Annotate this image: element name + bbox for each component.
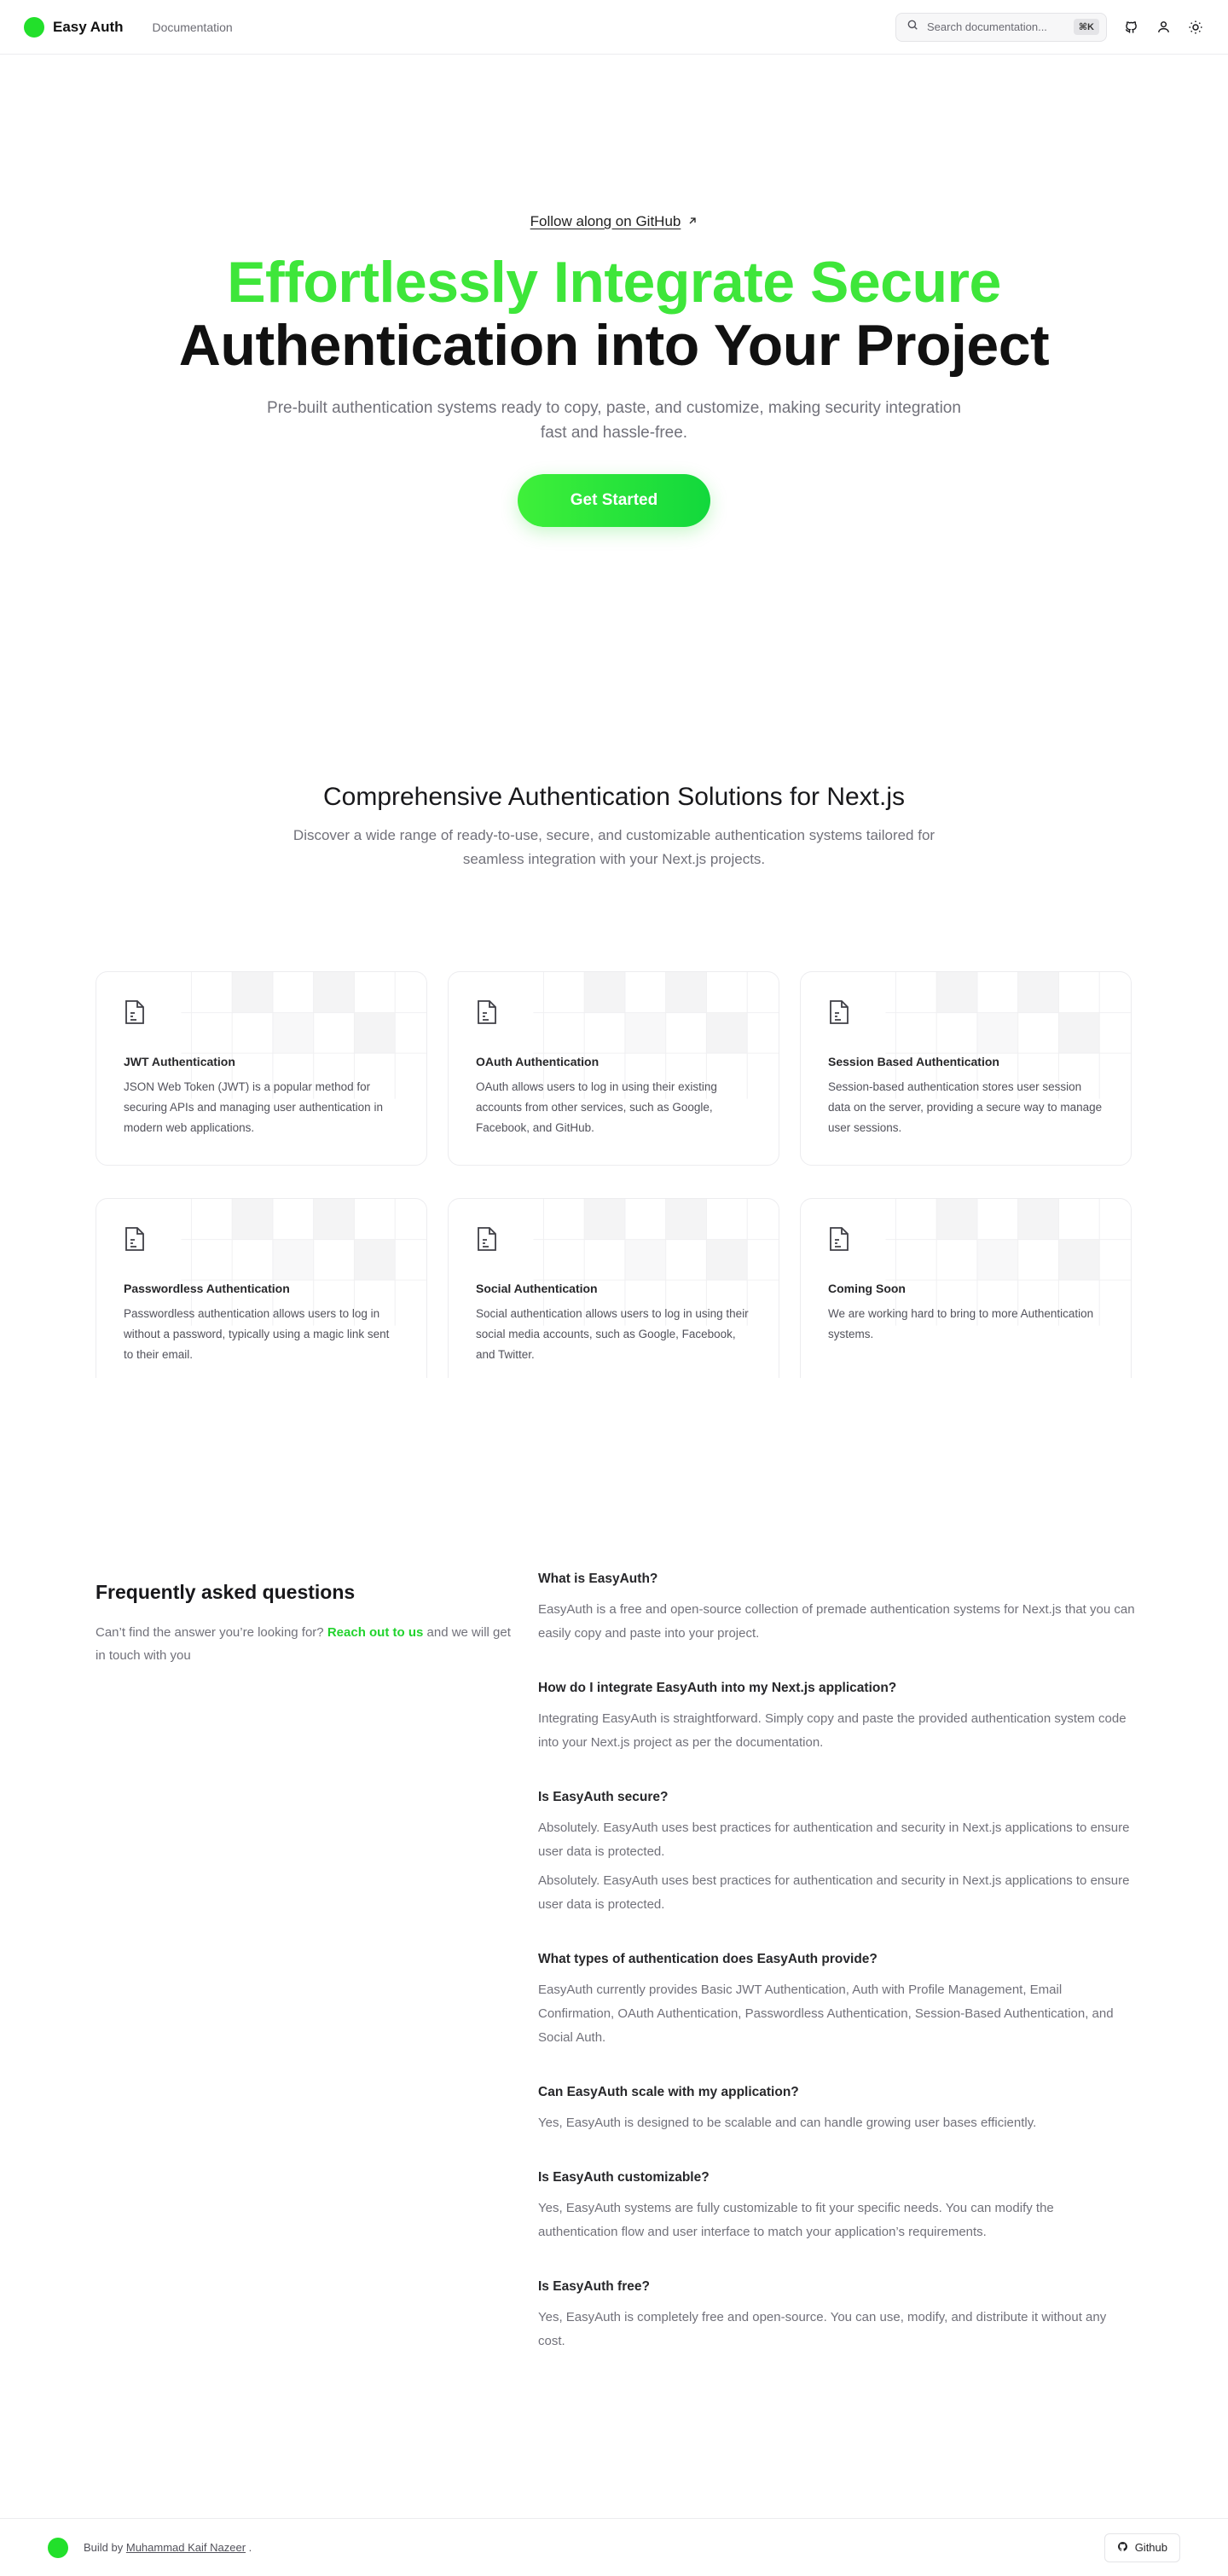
github-follow-label: Follow along on GitHub — [530, 213, 681, 229]
faq-question: What types of authentication does EasyAu… — [538, 1952, 878, 1966]
faq-list: What is EasyAuth? EasyAuth is a free and … — [538, 1569, 1135, 2386]
feature-card-title: Coming Soon — [828, 1282, 906, 1295]
feature-card-title: Social Authentication — [476, 1282, 598, 1295]
faq-answer: Absolutely. EasyAuth uses best practices… — [538, 1821, 1130, 1859]
reach-out-link[interactable]: Reach out to us — [327, 1625, 424, 1640]
faq-item: Is EasyAuth secure? Absolutely. EasyAuth … — [538, 1787, 1135, 1917]
faq-item: Is EasyAuth customizable? Yes, EasyAuth s… — [538, 2168, 1135, 2244]
user-icon[interactable] — [1155, 19, 1172, 36]
feature-card-title: JWT Authentication — [124, 1055, 235, 1068]
github-icon — [1117, 2541, 1128, 2555]
feature-card-description: Session-based authentication stores user… — [828, 1080, 1103, 1134]
footer-github-button[interactable]: Github — [1103, 2533, 1180, 2562]
faq-question: How do I integrate EasyAuth into my Next… — [538, 1681, 897, 1695]
hero-section: Follow along on GitHub Effortlessly Inte… — [0, 213, 1228, 527]
faq-answer: Yes, EasyAuth is designed to be scalable… — [538, 2116, 1037, 2130]
feature-card[interactable]: Session Based Authentication Session-base… — [800, 971, 1132, 1166]
faq-answer: EasyAuth currently provides Basic JWT Au… — [538, 1983, 1114, 2045]
faq-intro: Frequently asked questions Can’t find th… — [96, 1569, 522, 1667]
document-icon — [124, 1000, 146, 1028]
footer-build-by: Build by — [84, 2541, 124, 2554]
card-content: Passwordless Authentication Passwordless … — [124, 1226, 399, 1365]
feature-card-title: Session Based Authentication — [828, 1055, 999, 1068]
nav-documentation-link[interactable]: Documentation — [153, 20, 233, 34]
feature-card[interactable]: OAuth Authentication OAuth allows users t… — [448, 971, 779, 1166]
feature-card-description: Social authentication allows users to lo… — [476, 1307, 749, 1361]
document-icon — [476, 1227, 498, 1255]
footer-github-label: Github — [1134, 2541, 1167, 2554]
faq-answer: Integrating EasyAuth is straightforward.… — [538, 1711, 1127, 1750]
hero-title-line1: Effortlessly Integrate Secure — [227, 250, 1001, 315]
document-icon — [476, 1000, 498, 1028]
feature-card-description: We are working hard to bring to more Aut… — [828, 1307, 1094, 1340]
feature-card-title: Passwordless Authentication — [124, 1282, 290, 1295]
header-actions: ⌘K — [895, 12, 1204, 42]
hero-title-line2: Authentication into Your Project — [178, 313, 1050, 378]
feature-card-description: JSON Web Token (JWT) is a popular method… — [124, 1080, 383, 1134]
document-icon — [828, 1000, 850, 1028]
brand[interactable]: Easy Auth — [24, 16, 124, 38]
search-input[interactable] — [927, 20, 1065, 33]
feature-card-description: OAuth allows users to log in using their… — [476, 1080, 717, 1134]
faq-question: Is EasyAuth free? — [538, 2279, 650, 2294]
faq-lead: Can’t find the answer you’re looking for… — [96, 1621, 522, 1667]
brand-logo — [24, 16, 44, 38]
feature-card[interactable]: Social Authentication Social authenticati… — [448, 1198, 779, 1378]
document-icon — [828, 1227, 850, 1255]
footer-logo — [48, 2537, 68, 2558]
footer-credit: Build by Muhammad Kaif Nazeer . — [84, 2541, 252, 2554]
hero-subtitle: Pre-built authentication systems ready t… — [267, 399, 961, 442]
brand-name: Easy Auth — [53, 18, 124, 35]
features-header: Comprehensive Authentication Solutions f… — [0, 783, 1228, 871]
faq-question: What is EasyAuth? — [538, 1572, 658, 1586]
faq-item: How do I integrate EasyAuth into my Next… — [538, 1678, 1135, 1755]
faq-answer: Absolutely. EasyAuth uses best practices… — [538, 1873, 1130, 1912]
card-content: Session Based Authentication Session-base… — [828, 999, 1103, 1138]
faq-lead-text: Can’t find the answer you’re looking for… — [96, 1625, 327, 1640]
arrow-up-right-icon — [687, 213, 698, 230]
faq-item: Is EasyAuth free? Yes, EasyAuth is comple… — [538, 2277, 1135, 2353]
card-content: OAuth Authentication OAuth allows users t… — [476, 999, 751, 1138]
card-content: Coming Soon We are working hard to bring … — [828, 1226, 1103, 1345]
site-header: Easy Auth Documentation ⌘K — [0, 0, 1228, 55]
faq-question: Can EasyAuth scale with my application? — [538, 2085, 799, 2099]
author-link[interactable]: Muhammad Kaif Nazeer — [126, 2541, 246, 2554]
faq-answer: Yes, EasyAuth is completely free and ope… — [538, 2310, 1107, 2348]
faq-item: What types of authentication does EasyAu… — [538, 1949, 1135, 2050]
footer-period: . — [246, 2541, 252, 2554]
faq-title: Frequently asked questions — [96, 1581, 356, 1603]
feature-card[interactable]: Passwordless Authentication Passwordless … — [96, 1198, 427, 1378]
card-content: JWT Authentication JSON Web Token (JWT) i… — [124, 999, 399, 1138]
sun-icon[interactable] — [1187, 19, 1204, 36]
features-grid: JWT Authentication JSON Web Token (JWT) i… — [96, 971, 1132, 1378]
feature-card[interactable]: Coming Soon We are working hard to bring … — [800, 1198, 1132, 1378]
faq-answer: EasyAuth is a free and open-source colle… — [538, 1602, 1135, 1641]
search-shortcut-badge: ⌘K — [1073, 19, 1099, 35]
features-title: Comprehensive Authentication Solutions f… — [322, 783, 906, 811]
faq-question: Is EasyAuth customizable? — [538, 2170, 710, 2185]
site-footer: Build by Muhammad Kaif Nazeer . Github — [0, 2518, 1228, 2576]
github-follow-link[interactable]: Follow along on GitHub — [530, 213, 698, 230]
faq-item: Can EasyAuth scale with my application? Y… — [538, 2082, 1135, 2135]
feature-card[interactable]: JWT Authentication JSON Web Token (JWT) i… — [96, 971, 427, 1166]
search-icon — [907, 19, 918, 35]
search-box[interactable]: ⌘K — [895, 12, 1107, 42]
card-content: Social Authentication Social authenticati… — [476, 1226, 751, 1365]
document-icon — [124, 1227, 146, 1255]
hero-title: Effortlessly Integrate Secure Authentica… — [0, 251, 1228, 377]
github-icon[interactable] — [1122, 19, 1139, 36]
features-subtitle: Discover a wide range of ready-to-use, s… — [293, 827, 935, 867]
feature-card-description: Passwordless authentication allows users… — [124, 1307, 390, 1361]
faq-item: What is EasyAuth? EasyAuth is a free and … — [538, 1569, 1135, 1646]
get-started-button[interactable]: Get Started — [518, 474, 710, 527]
faq-answer: Yes, EasyAuth systems are fully customiz… — [538, 2201, 1054, 2239]
feature-card-title: OAuth Authentication — [476, 1055, 600, 1068]
faq-question: Is EasyAuth secure? — [538, 1790, 669, 1804]
